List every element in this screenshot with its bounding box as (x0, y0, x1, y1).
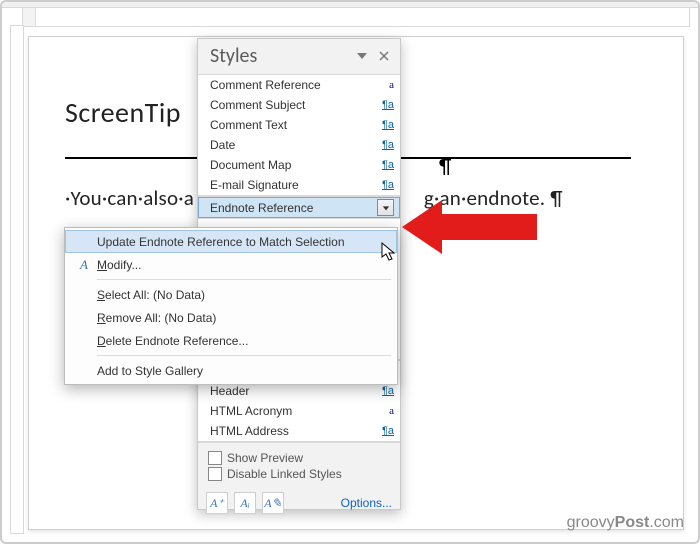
modify-icon: A (80, 257, 88, 273)
style-type-icon: ¶a (378, 99, 394, 111)
style-dropdown-button[interactable] (377, 199, 394, 216)
style-item[interactable]: HTML Address¶a (198, 421, 400, 441)
style-type-icon: ¶a (378, 139, 394, 151)
checkbox-icon (208, 467, 222, 481)
style-item[interactable]: Comment Referencea (198, 75, 400, 95)
watermark-part2: Post (615, 514, 650, 531)
style-item-label: HTML Address (210, 424, 378, 438)
menu-select-all[interactable]: Select All: (No Data) (65, 283, 397, 306)
styles-options-section: Show Preview Disable Linked Styles (198, 442, 400, 487)
screenshot-frame: ScreenTip ·You·can·also·a g·an·endnote. … (0, 0, 700, 544)
new-style-button[interactable]: A⁺ (206, 492, 228, 514)
style-inspector-button[interactable]: Aᵢ (234, 492, 256, 514)
pane-options-icon[interactable] (354, 48, 370, 64)
menu-label: Add to Style Gallery (97, 364, 203, 378)
pilcrow-icon: ¶ (439, 153, 451, 179)
styles-options-link[interactable]: Options... (341, 496, 392, 510)
styles-pane-title: Styles (210, 44, 348, 68)
checkbox-icon (208, 451, 222, 465)
style-item-label: Date (210, 138, 378, 152)
style-item[interactable]: HTML Acronyma (198, 401, 400, 421)
menu-remove-all[interactable]: Remove All: (No Data) (65, 306, 397, 329)
menu-label: Delete Endnote Reference... (97, 334, 248, 348)
style-item-label: E-mail Signature (210, 178, 378, 192)
red-arrow-annotation (402, 192, 542, 262)
style-type-icon: a (378, 79, 394, 91)
style-item[interactable]: Comment Subject¶a (198, 95, 400, 115)
style-item-label: Document Map (210, 158, 378, 172)
style-list-selected: Endnote Reference (198, 196, 400, 219)
style-type-icon: ¶a (378, 385, 394, 397)
menu-modify[interactable]: A Modify... (65, 253, 397, 276)
show-preview-checkbox[interactable]: Show Preview (208, 451, 390, 465)
style-type-icon: ¶a (378, 425, 394, 437)
show-preview-label: Show Preview (227, 451, 303, 465)
watermark-part1: groovy (567, 514, 615, 531)
style-item-label: Endnote Reference (210, 201, 374, 215)
menu-label: Select All: (No Data) (97, 288, 205, 302)
horizontal-ruler[interactable] (22, 7, 690, 27)
cursor-icon (381, 242, 399, 264)
style-item-label: Comment Text (210, 118, 378, 132)
style-list-top: Comment ReferenceaComment Subject¶aComme… (198, 74, 400, 196)
disable-linked-checkbox[interactable]: Disable Linked Styles (208, 467, 390, 481)
style-context-menu: Update Endnote Reference to Match Select… (64, 227, 398, 385)
style-item[interactable]: Comment Text¶a (198, 115, 400, 135)
style-item-label: Header (210, 384, 378, 398)
style-item[interactable]: E-mail Signature¶a (198, 175, 400, 195)
watermark: groovyPost.com (567, 514, 684, 532)
menu-delete-style[interactable]: Delete Endnote Reference... (65, 329, 397, 352)
style-item-endnote-reference[interactable]: Endnote Reference (198, 197, 400, 218)
style-item-label: Comment Subject (210, 98, 378, 112)
heading-text-content: ScreenTip (65, 95, 181, 130)
menu-label: Update Endnote Reference to Match Select… (97, 235, 345, 249)
style-item-label: HTML Acronym (210, 404, 378, 418)
style-item[interactable]: Date¶a (198, 135, 400, 155)
menu-separator (97, 355, 391, 356)
menu-label: Remove All: (No Data) (97, 311, 216, 325)
pilcrow-icon: ¶ (550, 185, 563, 211)
body-text-before: ·You·can·also·a (65, 185, 194, 211)
style-item-label: Comment Reference (210, 78, 378, 92)
close-icon[interactable] (376, 48, 392, 64)
vertical-ruler[interactable] (10, 25, 24, 534)
style-type-icon: ¶a (378, 159, 394, 171)
styles-footer: A⁺ Aᵢ A✎ Options... (198, 487, 400, 520)
disable-linked-label: Disable Linked Styles (227, 467, 342, 481)
heading-text[interactable]: ScreenTip (65, 95, 181, 130)
menu-separator (97, 279, 391, 280)
manage-styles-button[interactable]: A✎ (262, 492, 284, 514)
menu-add-to-gallery[interactable]: Add to Style Gallery (65, 359, 397, 382)
watermark-part3: .com (649, 514, 684, 531)
menu-label: Modify... (97, 258, 141, 272)
style-type-icon: a (378, 405, 394, 417)
style-item[interactable]: Document Map¶a (198, 155, 400, 175)
style-type-icon: ¶a (378, 119, 394, 131)
styles-pane-header: Styles (198, 39, 400, 74)
menu-update-to-match[interactable]: Update Endnote Reference to Match Select… (65, 230, 397, 253)
style-type-icon: ¶a (378, 179, 394, 191)
